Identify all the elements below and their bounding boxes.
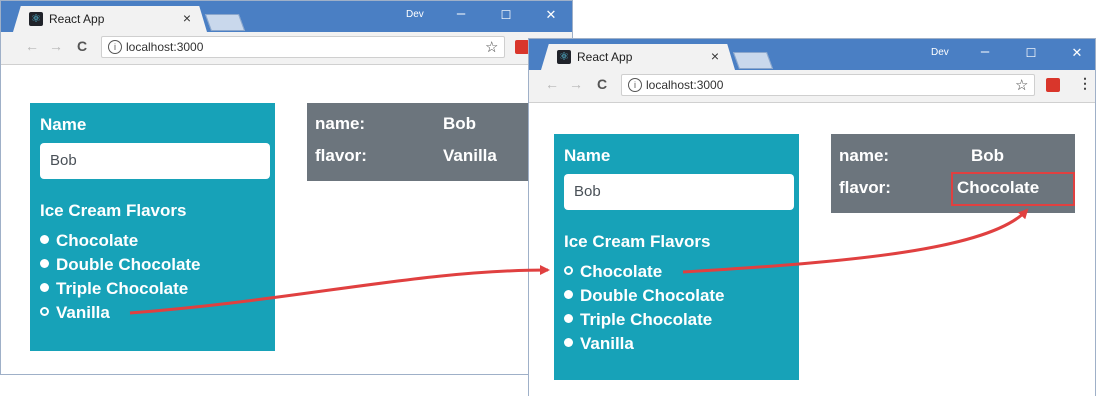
annotation-arrows <box>129 208 1029 315</box>
arrow-chocolate-to-flavor <box>682 208 1029 274</box>
arrow-vanilla-to-chocolate <box>129 265 550 315</box>
